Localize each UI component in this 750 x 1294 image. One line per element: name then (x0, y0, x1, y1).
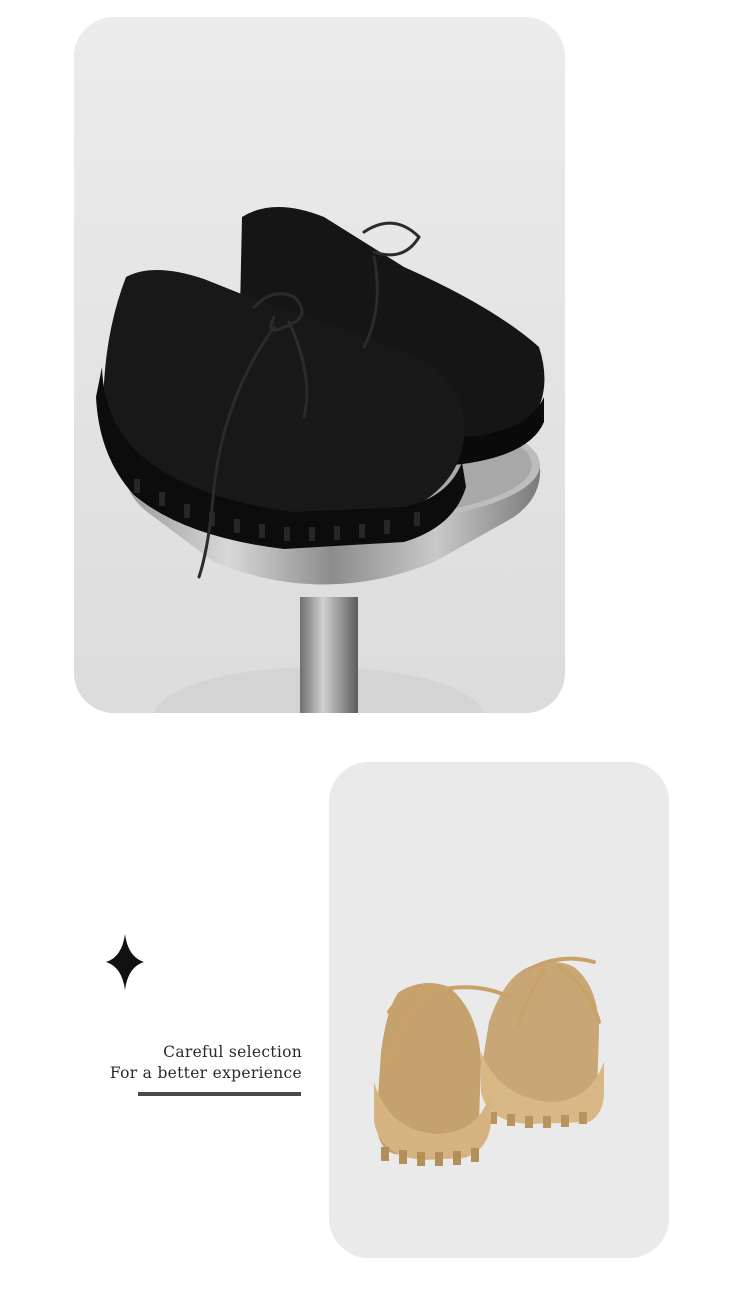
tagline: Careful selection For a better experienc… (110, 1042, 302, 1084)
tan-shoes-photo (329, 762, 669, 1258)
black-shoes-photo (74, 17, 565, 713)
four-point-star-icon (106, 934, 144, 990)
tagline-underline (138, 1092, 301, 1096)
tagline-line-2: For a better experience (109, 1064, 302, 1082)
tagline-line-1: Careful selection (163, 1043, 302, 1061)
